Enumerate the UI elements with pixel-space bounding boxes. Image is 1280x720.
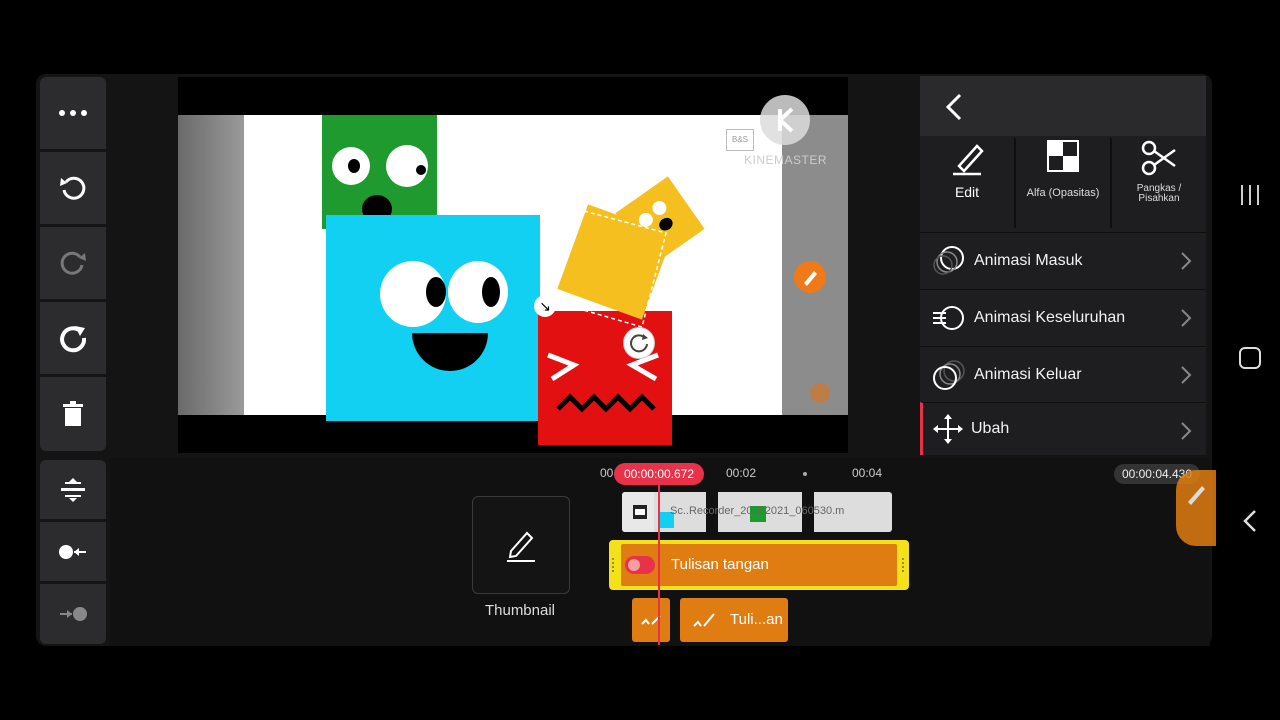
handwriting-clip-2[interactable]: Tuli...an [680, 598, 788, 642]
redo-button[interactable] [40, 227, 106, 299]
watermark-badge: B&S [726, 129, 754, 151]
recent-apps-icon[interactable] [1238, 184, 1262, 206]
delete-button[interactable] [40, 377, 106, 451]
menu-item-animasi-keluar[interactable]: Animasi Keluar [920, 346, 1206, 403]
video-clip[interactable]: Sc..Recorder_20082021_060530.m [622, 492, 892, 532]
home-icon[interactable] [1238, 346, 1262, 370]
more-button[interactable] [40, 77, 106, 149]
split-align-icon [61, 477, 85, 502]
split-align-button[interactable] [40, 460, 106, 519]
blue-square-character [326, 215, 540, 421]
handwriting-clip-selected[interactable]: Tulisan tangan [609, 540, 909, 590]
record-action-button[interactable] [1176, 470, 1216, 546]
watermark-text: KINEMASTER [744, 153, 828, 167]
menu-item-label: Animasi Keseluruhan [974, 309, 1126, 326]
animation-overall-icon [933, 306, 964, 330]
ruler-mark-4: 00:04 [852, 466, 883, 480]
selection-box [551, 210, 667, 328]
track-right-icon [60, 607, 87, 621]
thumbnail-pencil-icon [507, 531, 535, 562]
animation-out-icon [933, 360, 965, 390]
back-icon[interactable] [1240, 508, 1260, 534]
kinemaster-logo-icon [760, 95, 810, 145]
undo-icon [60, 176, 86, 200]
menu-item-label: Ubah [971, 420, 1010, 437]
chevron-right-icon [1181, 366, 1192, 384]
chevron-right-icon [1181, 309, 1192, 327]
back-arrow-icon[interactable] [942, 92, 964, 122]
playhead-line[interactable] [658, 485, 660, 645]
edit-floating-button[interactable] [794, 261, 826, 293]
handwriting-clip-2-label: Tuli...an [730, 611, 783, 628]
edit-pencil-icon [953, 144, 984, 176]
thumbnail-button[interactable] [472, 496, 570, 594]
thumbnail-label: Thumbnail [484, 602, 556, 619]
preview-left-edge [178, 115, 244, 415]
move-arrows-icon [933, 414, 963, 444]
track-left-icon [59, 544, 86, 559]
video-clip-label: Sc..Recorder_20082021_060530.m [670, 505, 845, 517]
menu-item-ubah[interactable]: Ubah [920, 402, 1206, 455]
menu-item-label: Animasi Masuk [974, 252, 1083, 269]
opacity-checker-icon [1047, 140, 1079, 172]
video-preview[interactable]: ↘ B&S KINEMASTER [178, 77, 848, 453]
ruler-dot [803, 472, 807, 476]
alpha-tool-label: Alfa (Opasitas) [1026, 187, 1100, 199]
edit-tool-label: Edit [954, 184, 980, 200]
edit-tool[interactable]: Edit [920, 138, 1014, 228]
small-orange-dot [810, 383, 830, 403]
ruler-start: 00 [600, 466, 614, 480]
chevron-right-icon [1181, 252, 1192, 270]
refresh-button[interactable] [40, 302, 106, 374]
pencil-icon [1188, 486, 1205, 505]
alpha-tool[interactable]: Alfa (Opasitas) [1016, 138, 1110, 228]
trim-split-tool[interactable]: Pangkas / Pisahkan [1112, 138, 1206, 228]
trash-icon [63, 401, 83, 426]
small-clip[interactable] [632, 598, 670, 642]
refresh-icon [60, 326, 87, 353]
redo-icon [60, 251, 86, 275]
menu-item-animasi-keseluruhan[interactable]: Animasi Keseluruhan [920, 289, 1206, 346]
panel-header [920, 76, 1206, 136]
ruler-mark-2: 00:02 [726, 466, 757, 480]
resize-handle-icon[interactable]: ↘ [534, 295, 556, 317]
handwriting-clip-icon [625, 556, 655, 574]
menu-item-label: Animasi Keluar [974, 366, 1082, 383]
animation-in-icon [933, 246, 964, 275]
undo-button[interactable] [40, 152, 106, 224]
playhead-time: 00:00:00.672 [614, 463, 704, 485]
handwriting-clip-label: Tulisan tangan [671, 556, 769, 573]
trim-split-label: Pangkas / Pisahkan [1136, 183, 1182, 204]
more-icon [59, 110, 87, 116]
pencil-icon [804, 271, 817, 286]
green-square-character [322, 115, 437, 229]
chevron-right-icon [1181, 422, 1192, 440]
menu-item-animasi-masuk[interactable]: Animasi Masuk [920, 232, 1206, 289]
scissors-icon [1141, 140, 1176, 176]
track-right-button[interactable] [40, 584, 106, 644]
handwriting-icon [693, 613, 715, 627]
rotate-handle-icon[interactable] [623, 327, 655, 359]
track-left-button[interactable] [40, 522, 106, 581]
film-icon [633, 505, 647, 519]
